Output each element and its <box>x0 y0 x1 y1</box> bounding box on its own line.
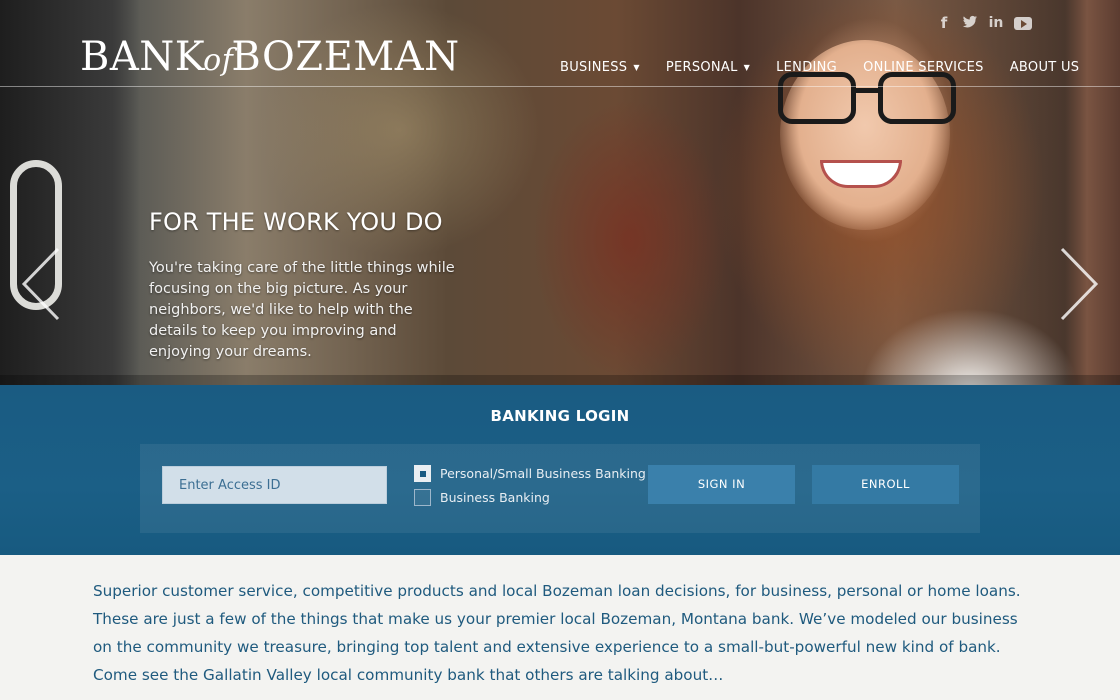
business-banking-checkbox[interactable] <box>414 489 431 506</box>
logo-text-bank: Bank <box>80 34 206 80</box>
slider-prev-button[interactable] <box>18 246 64 322</box>
enroll-button[interactable]: ENROLL <box>812 465 959 504</box>
access-id-input[interactable] <box>162 466 387 504</box>
social-links: f in <box>936 14 1032 32</box>
login-form: Personal/Small Business Banking Business… <box>140 444 980 533</box>
personal-banking-checkbox[interactable] <box>414 465 431 482</box>
intro-paragraph: Superior customer service, competitive p… <box>93 582 1021 684</box>
nav-item-lending[interactable]: LENDING <box>776 60 837 75</box>
hero-background-door <box>1065 0 1120 385</box>
nav-item-business[interactable]: BUSINESS ▼ <box>560 60 640 75</box>
facebook-icon[interactable]: f <box>936 14 952 32</box>
banking-login-section: BANKING LOGIN Personal/Small Business Ba… <box>0 385 1120 555</box>
hero-slider: BankofBozeman f in BUSINESS ▼ PERSONAL ▼ L… <box>0 0 1120 385</box>
chevron-left-icon <box>21 247 60 321</box>
hero-bottom-shadow <box>0 375 1120 385</box>
nav-label-about-us: ABOUT US <box>1009 60 1080 75</box>
main-nav: BUSINESS ▼ PERSONAL ▼ LENDING ONLINE SERVI… <box>560 60 1079 75</box>
personal-banking-label: Personal/Small Business Banking <box>440 466 646 481</box>
nav-label-business: BUSINESS <box>560 60 628 75</box>
option-personal-banking[interactable]: Personal/Small Business Banking <box>414 465 646 482</box>
business-banking-label: Business Banking <box>440 490 550 505</box>
chevron-down-icon: ▼ <box>743 63 751 72</box>
nav-label-lending: LENDING <box>776 60 838 75</box>
hero-photo-shirt <box>860 300 1080 385</box>
hero-photo-glasses <box>778 72 958 126</box>
sign-in-button[interactable]: SIGN IN <box>648 465 795 504</box>
twitter-icon[interactable] <box>962 14 978 32</box>
header-divider <box>0 86 1120 87</box>
nav-item-personal[interactable]: PERSONAL ▼ <box>666 60 750 75</box>
chevron-down-icon: ▼ <box>633 63 640 72</box>
logo-text-of: of <box>203 43 234 78</box>
nav-item-online-services[interactable]: ONLINE SERVICES <box>863 60 984 75</box>
nav-label-personal: PERSONAL <box>665 60 738 75</box>
hero-caption: FOR THE WORK YOU DO You're taking care o… <box>149 208 459 363</box>
banking-login-title: BANKING LOGIN <box>490 407 630 425</box>
slider-next-button[interactable] <box>1056 246 1102 322</box>
logo-text-bozeman: Bozeman <box>231 34 460 80</box>
bank-logo[interactable]: BankofBozeman <box>80 34 460 80</box>
option-business-banking[interactable]: Business Banking <box>414 489 550 506</box>
nav-label-online-services: ONLINE SERVICES <box>863 60 984 75</box>
linkedin-icon[interactable]: in <box>988 14 1004 32</box>
hero-body: You're taking care of the little things … <box>149 260 455 360</box>
chevron-right-icon <box>1060 247 1099 321</box>
nav-item-about-us[interactable]: ABOUT US <box>1010 60 1080 75</box>
hero-title: FOR THE WORK YOU DO <box>149 208 443 236</box>
youtube-icon[interactable] <box>1014 17 1032 30</box>
